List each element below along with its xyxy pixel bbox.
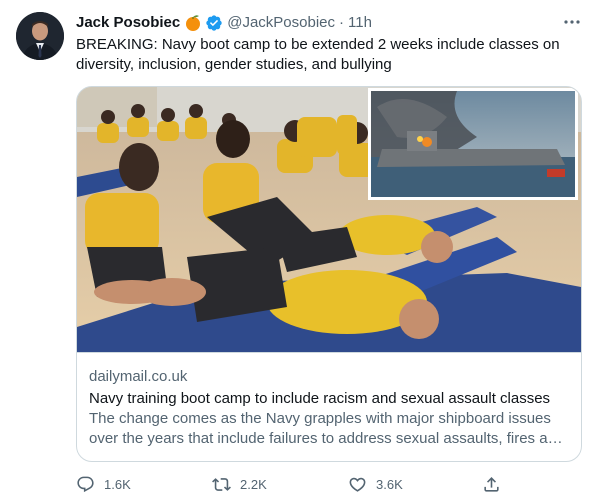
card-image[interactable] <box>77 87 581 353</box>
avatar[interactable] <box>16 12 64 60</box>
tweet-header: Jack Posobiec @JackPosobiec · 11h <box>76 13 372 33</box>
heart-icon[interactable] <box>340 472 374 496</box>
verified-badge-icon <box>205 14 223 32</box>
tweet-text: BREAKING: Navy boot camp to be extended … <box>76 36 560 73</box>
retweet-count: 2.2K <box>240 476 267 492</box>
timestamp[interactable]: 11h <box>348 13 372 33</box>
card-title[interactable]: Navy training boot camp to include racis… <box>89 389 571 409</box>
author-handle[interactable]: @JackPosobiec <box>227 13 335 33</box>
reply-count: 1.6K <box>104 476 131 492</box>
retweet-icon[interactable] <box>204 472 238 496</box>
reply-button[interactable]: 1.6K <box>68 472 131 496</box>
like-button[interactable]: 3.6K <box>340 472 403 496</box>
like-count: 3.6K <box>376 476 403 492</box>
reply-icon[interactable] <box>68 472 102 496</box>
action-bar: 1.6K 2.2K 3.6K <box>68 472 508 496</box>
card-description: The change comes as the Navy grapples wi… <box>89 410 565 451</box>
retweet-button[interactable]: 2.2K <box>204 472 267 496</box>
share-icon[interactable] <box>474 472 508 496</box>
card-domain: dailymail.co.uk <box>89 368 188 385</box>
separator-dot: · <box>339 14 345 31</box>
author-name[interactable]: Jack Posobiec <box>76 13 180 33</box>
orange-icon <box>184 14 202 32</box>
share-button[interactable] <box>474 472 508 496</box>
tweet[interactable]: Jack Posobiec @JackPosobiec · 11h BREAKI… <box>0 0 598 504</box>
more-horizontal-icon[interactable] <box>562 12 582 32</box>
link-card[interactable]: dailymail.co.uk Navy training boot camp … <box>76 86 582 462</box>
